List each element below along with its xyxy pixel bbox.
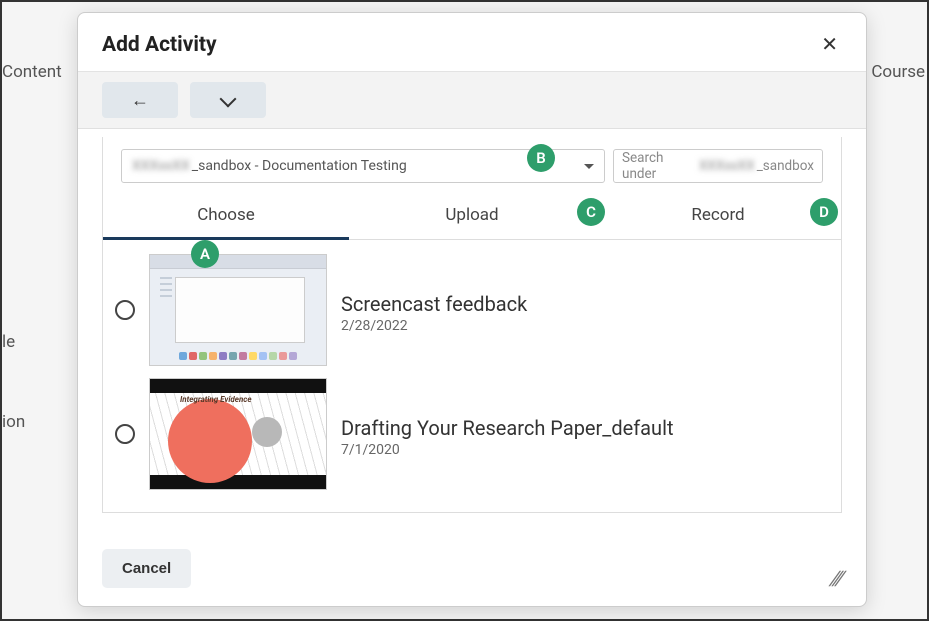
background-text-le: le xyxy=(2,332,15,352)
search-suffix: _sandbox xyxy=(757,158,814,174)
search-input[interactable]: Search under XXXxxXX _sandbox xyxy=(613,149,823,183)
selector-row: XXXxxXX _sandbox - Documentation Testing… xyxy=(103,137,841,193)
background-nav-content: Content xyxy=(2,62,62,82)
close-icon: ✕ xyxy=(821,34,838,56)
media-title: Screencast feedback xyxy=(341,292,829,316)
tab-choose[interactable]: Choose xyxy=(103,193,349,240)
modal-footer: Cancel /// xyxy=(78,533,866,606)
modal-header: Add Activity ✕ xyxy=(78,13,866,71)
back-button[interactable] xyxy=(102,82,178,118)
annotation-badge-b: B xyxy=(527,144,555,172)
media-meta: Drafting Your Research Paper_default 7/1… xyxy=(341,410,829,458)
thumb-label: Integrating Evidence xyxy=(180,395,252,404)
radio-select[interactable] xyxy=(115,300,135,320)
background-text-ion: ion xyxy=(2,412,25,432)
list-item: Screencast feedback 2/28/2022 xyxy=(113,248,831,372)
caret-down-icon xyxy=(584,164,594,169)
arrow-left-icon xyxy=(131,90,149,111)
modal-title: Add Activity xyxy=(102,33,217,57)
modal-toolbar xyxy=(78,71,866,129)
annotation-badge-c: C xyxy=(577,198,605,226)
media-meta: Screencast feedback 2/28/2022 xyxy=(341,286,829,334)
tab-upload[interactable]: Upload xyxy=(349,193,595,239)
tab-bar: Choose Upload Record xyxy=(103,193,841,240)
masked-prefix: XXXxxXX xyxy=(132,158,190,174)
media-date: 7/1/2020 xyxy=(341,442,829,458)
thumbnail-evidence[interactable]: Integrating Evidence xyxy=(149,378,327,490)
dropdown-label: _sandbox - Documentation Testing xyxy=(192,158,407,174)
cancel-button[interactable]: Cancel xyxy=(102,549,191,588)
close-button[interactable]: ✕ xyxy=(817,31,842,59)
masked-search: XXXxxXX xyxy=(699,158,755,174)
modal-content: XXXxxXX _sandbox - Documentation Testing… xyxy=(78,129,866,533)
expand-button[interactable] xyxy=(190,82,266,118)
search-prefix: Search under xyxy=(622,150,699,182)
thumbnail-screencast[interactable] xyxy=(149,254,327,366)
tab-record[interactable]: Record xyxy=(595,193,841,239)
resize-handle[interactable]: /// xyxy=(830,568,844,588)
background-nav-course: Course xyxy=(871,62,925,82)
radio-select[interactable] xyxy=(115,424,135,444)
media-date: 2/28/2022 xyxy=(341,318,829,334)
media-list: Screencast feedback 2/28/2022 Integratin… xyxy=(103,240,841,512)
annotation-badge-d: D xyxy=(810,198,838,226)
media-title: Drafting Your Research Paper_default xyxy=(341,416,829,440)
list-item: Integrating Evidence Drafting Your Resea… xyxy=(113,372,831,496)
chevron-down-icon xyxy=(222,93,234,108)
annotation-badge-a: A xyxy=(191,240,219,268)
add-activity-modal: Add Activity ✕ XXXxxXX _sandbox - Docume… xyxy=(77,12,867,607)
picker-panel: XXXxxXX _sandbox - Documentation Testing… xyxy=(102,137,842,513)
